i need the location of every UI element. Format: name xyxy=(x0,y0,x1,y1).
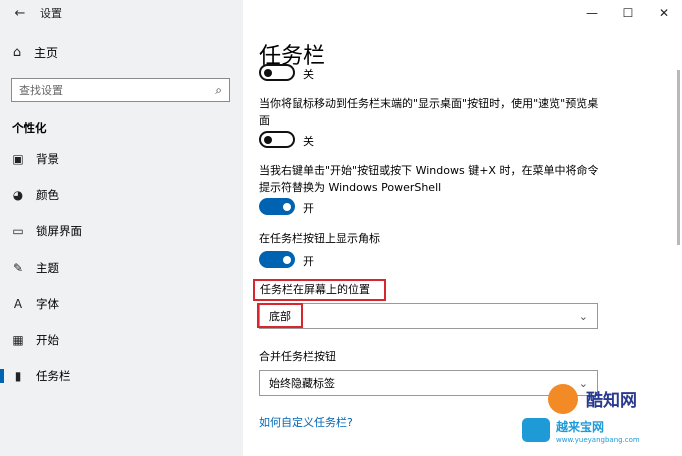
watermark-logo-icon xyxy=(522,418,550,442)
scrollbar[interactable] xyxy=(677,70,680,245)
sidebar-item-home[interactable]: ⌂ 主页 xyxy=(0,40,243,64)
sidebar-item-lockscreen[interactable]: ▭ 锁屏界面 xyxy=(0,219,243,243)
setting-label: 任务栏在屏幕上的位置 xyxy=(260,283,370,296)
sidebar-item-taskbar[interactable]: ▮ 任务栏 xyxy=(0,364,243,388)
dropdown-value: 始终隐藏标签 xyxy=(269,377,335,390)
watermark-text: 越来宝网 xyxy=(556,420,605,434)
sidebar-item-label: 字体 xyxy=(36,297,59,311)
window-controls: — ☐ ✕ xyxy=(574,0,682,26)
toggle-switch-previous[interactable] xyxy=(259,64,295,81)
toggle-knob xyxy=(264,68,272,77)
sidebar-item-background[interactable]: ▣ 背景 xyxy=(0,147,243,171)
toggle-knob xyxy=(264,135,272,144)
home-label: 主页 xyxy=(34,45,59,60)
watermark-logo-icon xyxy=(548,384,578,414)
section-heading: 个性化 xyxy=(12,121,47,135)
sidebar-item-colors[interactable]: ◕ 颜色 xyxy=(0,183,243,207)
toggle-switch-powershell[interactable] xyxy=(259,198,295,215)
close-icon: ✕ xyxy=(658,6,670,20)
watermark: 酷知网 越来宝网 www.yueyangbang.com xyxy=(522,380,672,450)
toggle-switch-badges[interactable] xyxy=(259,251,295,268)
setting-label: 合并任务栏按钮 xyxy=(259,350,336,363)
back-arrow-icon: ← xyxy=(14,5,26,21)
picture-icon: ▣ xyxy=(12,152,24,166)
taskbar-position-dropdown[interactable]: 底部 ⌄ xyxy=(259,303,598,329)
toggle-state-label: 关 xyxy=(303,68,314,81)
toggle-state-label: 开 xyxy=(303,255,314,268)
highlight-box xyxy=(257,303,303,328)
minimize-icon: — xyxy=(586,6,598,20)
setting-description: 当我右键单击"开始"按钮或按下 Windows 键+X 时，在菜单中将命令提示符… xyxy=(259,164,599,194)
chevron-down-icon: ⌄ xyxy=(578,309,588,323)
back-button[interactable]: ← xyxy=(0,0,40,26)
sidebar-item-themes[interactable]: ✎ 主题 xyxy=(0,256,243,280)
brush-icon: ✎ xyxy=(12,261,24,275)
home-icon: ⌂ xyxy=(12,44,22,60)
sidebar-item-label: 背景 xyxy=(36,152,59,166)
customize-taskbar-link[interactable]: 如何自定义任务栏? xyxy=(259,414,353,430)
sidebar-item-fonts[interactable]: A 字体 xyxy=(0,292,243,316)
sidebar-item-label: 任务栏 xyxy=(36,369,71,383)
monitor-icon: ▭ xyxy=(12,224,24,238)
toggle-switch-peek[interactable] xyxy=(259,131,295,148)
close-button[interactable]: ✕ xyxy=(646,0,682,26)
toggle-state-label: 关 xyxy=(303,135,314,148)
minimize-button[interactable]: — xyxy=(574,0,610,26)
setting-description: 当你将鼠标移动到任务栏末端的"显示桌面"按钮时，使用"速览"预览桌面 xyxy=(259,97,599,127)
maximize-button[interactable]: ☐ xyxy=(610,0,646,26)
toggle-state-label: 开 xyxy=(303,202,314,215)
sidebar-item-label: 主题 xyxy=(36,261,59,275)
sidebar-item-label: 锁屏界面 xyxy=(36,224,82,238)
font-icon: A xyxy=(13,297,23,311)
toggle-knob xyxy=(283,202,291,211)
search-placeholder: 查找设置 xyxy=(19,84,63,97)
maximize-icon: ☐ xyxy=(622,6,634,20)
sidebar: ← 设置 ⌂ 主页 查找设置 ⌕ 个性化 ▣ 背景 ◕ 颜色 ▭ 锁屏界面 ✎ … xyxy=(0,0,243,456)
watermark-text: 酷知网 xyxy=(586,391,637,411)
palette-icon: ◕ xyxy=(12,188,24,202)
window-title: 设置 xyxy=(40,7,62,20)
sidebar-item-start[interactable]: ▦ 开始 xyxy=(0,328,243,352)
taskbar-icon: ▮ xyxy=(14,369,22,383)
search-input[interactable]: 查找设置 ⌕ xyxy=(11,78,230,102)
watermark-url: www.yueyangbang.com xyxy=(556,436,640,444)
title-bar: ← 设置 xyxy=(0,0,243,26)
setting-description: 在任务栏按钮上显示角标 xyxy=(259,232,380,245)
search-icon: ⌕ xyxy=(215,82,222,97)
sidebar-item-label: 颜色 xyxy=(36,188,59,202)
sidebar-item-label: 开始 xyxy=(36,333,59,347)
toggle-knob xyxy=(283,255,291,264)
start-icon: ▦ xyxy=(12,333,24,347)
